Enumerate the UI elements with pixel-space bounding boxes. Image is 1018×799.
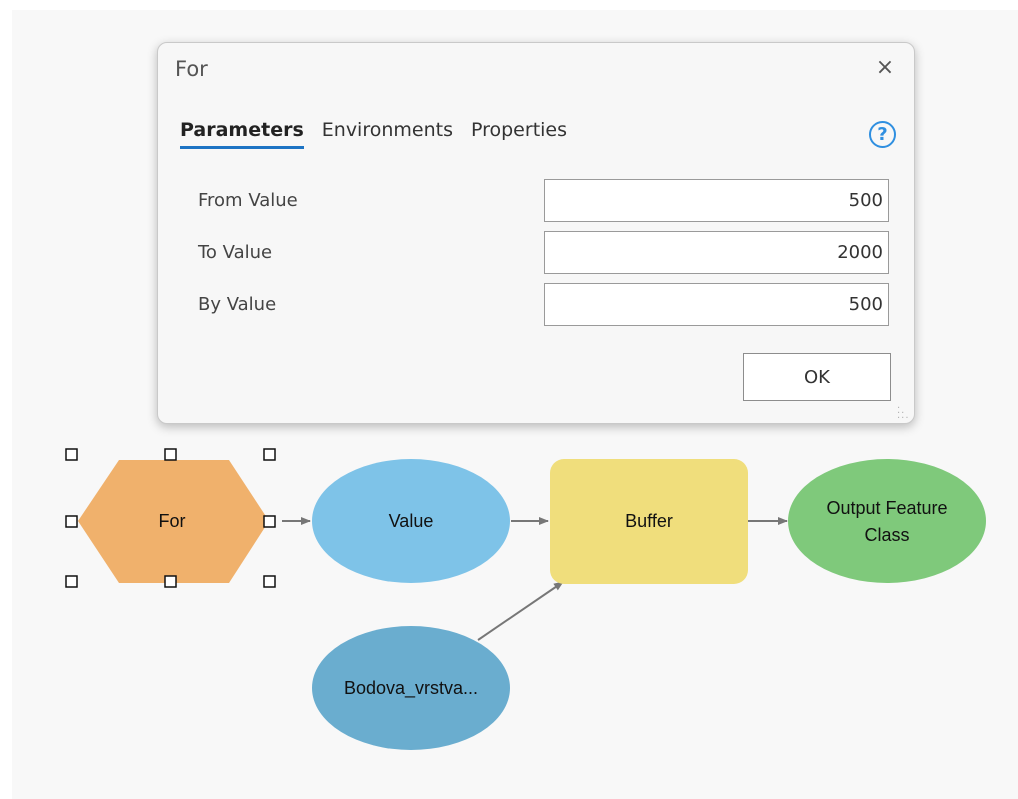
selection-handle-top-left[interactable]	[65, 448, 78, 461]
param-row-by-value: By Value	[198, 283, 894, 327]
node-output-feature-class[interactable]: Output Feature Class	[788, 459, 986, 583]
node-buffer-label: Buffer	[625, 511, 673, 531]
ok-button[interactable]: OK	[743, 353, 891, 401]
node-for-label: For	[159, 511, 186, 531]
from-value-input[interactable]	[544, 179, 889, 222]
selection-handle-middle-right[interactable]	[263, 515, 276, 528]
selection-handle-middle-left[interactable]	[65, 515, 78, 528]
node-output-label-line2: Class	[864, 525, 909, 545]
to-value-input[interactable]	[544, 231, 889, 274]
by-value-input[interactable]	[544, 283, 889, 326]
selection-handle-bottom-center[interactable]	[164, 575, 177, 588]
param-row-to-value: To Value	[198, 231, 894, 275]
tab-environments[interactable]: Environments	[322, 119, 453, 149]
dialog-tabs: Parameters Environments Properties	[180, 119, 567, 149]
param-row-from-value: From Value	[198, 179, 894, 223]
connector-input-to-buffer[interactable]	[477, 581, 564, 641]
resize-grip-icon[interactable]: · ·· ···	[897, 404, 911, 424]
node-output-label-line1: Output Feature	[826, 498, 947, 518]
selection-handle-top-right[interactable]	[263, 448, 276, 461]
tab-parameters[interactable]: Parameters	[180, 119, 304, 149]
output-ellipse-shape	[788, 459, 986, 583]
dialog-title: For	[175, 57, 208, 81]
selection-handle-bottom-right[interactable]	[263, 575, 276, 588]
from-value-label: From Value	[198, 190, 298, 211]
for-parameters-dialog: For × Parameters Environments Properties…	[157, 42, 915, 424]
node-input-layer-label: Bodova_vrstva...	[344, 678, 478, 699]
node-value[interactable]: Value	[312, 459, 510, 583]
tab-properties[interactable]: Properties	[471, 119, 567, 149]
selection-handle-bottom-left[interactable]	[65, 575, 78, 588]
node-buffer[interactable]: Buffer	[550, 459, 748, 584]
help-icon[interactable]: ?	[869, 121, 896, 148]
by-value-label: By Value	[198, 294, 277, 315]
node-input-layer[interactable]: Bodova_vrstva...	[312, 626, 510, 750]
node-for[interactable]: For	[78, 460, 269, 583]
close-icon[interactable]: ×	[872, 53, 898, 83]
selection-handle-top-center[interactable]	[164, 448, 177, 461]
to-value-label: To Value	[198, 242, 273, 263]
node-value-label: Value	[389, 511, 434, 531]
